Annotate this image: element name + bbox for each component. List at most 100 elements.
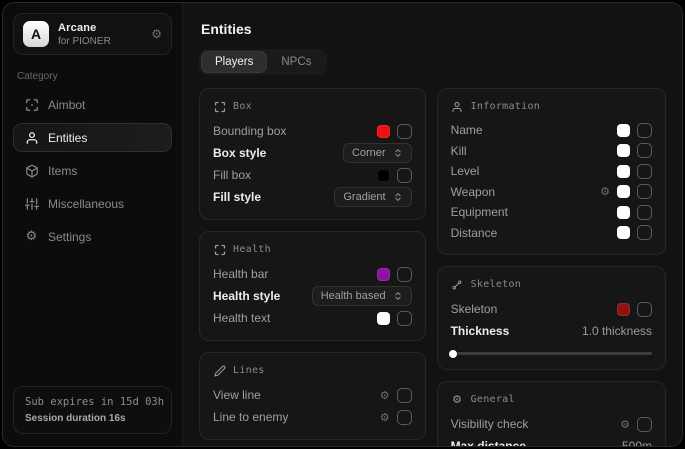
app-window: A Arcane for PIONER ⚙ Category Aimbot En… (2, 2, 683, 447)
general-panel-header: ⚙ General (451, 393, 652, 406)
health-panel-header: Health (213, 243, 412, 256)
thickness-slider[interactable] (451, 349, 652, 358)
color-swatch[interactable] (617, 206, 630, 219)
panel-title: Box (233, 101, 252, 112)
row-label: Bounding box (213, 124, 286, 138)
checkbox[interactable] (397, 168, 412, 183)
row-label: Equipment (451, 205, 508, 219)
information-panel-header: Information (451, 100, 652, 113)
app-logo: A (23, 21, 49, 47)
tab-npcs[interactable]: NPCs (268, 52, 324, 72)
sidebar-item-label: Aimbot (48, 98, 85, 112)
row-label: Name (451, 123, 483, 137)
items-cube-icon (24, 163, 39, 178)
max-distance-value: 500m (622, 439, 652, 446)
panel-columns: Box Bounding box Box style Corner (199, 88, 666, 446)
color-swatch[interactable] (617, 124, 630, 137)
gear-icon[interactable]: ⚙ (600, 186, 610, 197)
entities-icon (24, 130, 39, 145)
row-view-line: View line ⚙ (213, 384, 412, 406)
unfold-icon (393, 291, 403, 301)
checkbox[interactable] (637, 164, 652, 179)
sidebar-item-entities[interactable]: Entities (13, 123, 172, 152)
tab-players[interactable]: Players (202, 52, 266, 72)
sidebar-item-label: Miscellaneous (48, 197, 124, 211)
logo-card: A Arcane for PIONER ⚙ (13, 13, 172, 55)
checkbox[interactable] (637, 225, 652, 240)
row-label: Visibility check (451, 417, 529, 431)
row-label: View line (213, 388, 261, 402)
row-equipment: Equipment (451, 202, 652, 223)
gear-icon[interactable]: ⚙ (380, 390, 390, 401)
sidebar-item-miscellaneous[interactable]: Miscellaneous (13, 189, 172, 218)
sidebar-item-label: Items (48, 164, 77, 178)
row-label: Thickness (451, 324, 510, 338)
page-title: Entities (201, 21, 666, 37)
sidebar-item-aimbot[interactable]: Aimbot (13, 90, 172, 119)
settings-gear-icon[interactable]: ⚙ (151, 27, 162, 41)
checkbox[interactable] (637, 143, 652, 158)
sidebar-item-label: Settings (48, 230, 91, 244)
row-visibility-check: Visibility check ⚙ (451, 413, 652, 435)
information-panel: Information Name Kill (437, 88, 666, 255)
row-label: Level (451, 164, 480, 178)
color-swatch[interactable] (377, 125, 390, 138)
row-label: Max distance (451, 439, 526, 446)
checkbox[interactable] (397, 410, 412, 425)
checkbox[interactable] (397, 311, 412, 326)
fill-style-dropdown[interactable]: Gradient (334, 187, 411, 207)
checkbox[interactable] (397, 267, 412, 282)
sliders-icon (24, 196, 39, 211)
slider-track (451, 352, 652, 355)
checkbox[interactable] (397, 388, 412, 403)
checkbox[interactable] (637, 302, 652, 317)
general-panel: ⚙ General Visibility check ⚙ Max distanc… (437, 381, 666, 446)
row-label: Fill box (213, 168, 251, 182)
dropdown-value: Gradient (343, 191, 385, 203)
checkbox[interactable] (397, 124, 412, 139)
row-level: Level (451, 161, 652, 182)
color-swatch[interactable] (377, 268, 390, 281)
checkbox[interactable] (637, 123, 652, 138)
sidebar-item-settings[interactable]: ⚙ Settings (13, 222, 172, 251)
row-label: Skeleton (451, 302, 498, 316)
row-line-to-enemy: Line to enemy ⚙ (213, 406, 412, 428)
unfold-icon (393, 192, 403, 202)
row-health-text: Health text (213, 307, 412, 329)
app-title: Arcane (58, 22, 142, 34)
unfold-icon (393, 148, 403, 158)
gear-icon: ⚙ (24, 229, 39, 244)
color-swatch[interactable] (617, 144, 630, 157)
color-swatch[interactable] (377, 312, 390, 325)
color-swatch[interactable] (617, 185, 630, 198)
row-name: Name (451, 120, 652, 141)
color-swatch[interactable] (617, 303, 630, 316)
slider-thumb[interactable] (449, 350, 457, 358)
lines-panel: Lines View line ⚙ Line to enemy ⚙ (199, 352, 426, 440)
color-swatch[interactable] (617, 226, 630, 239)
row-label: Health style (213, 289, 280, 303)
panel-title: Skeleton (471, 279, 522, 290)
gear-icon[interactable]: ⚙ (380, 412, 390, 423)
row-thickness: Thickness 1.0 thickness (451, 320, 652, 342)
checkbox[interactable] (637, 205, 652, 220)
dropdown-value: Health based (321, 290, 386, 302)
gear-icon[interactable]: ⚙ (620, 419, 630, 430)
health-style-dropdown[interactable]: Health based (312, 286, 412, 306)
box-style-dropdown[interactable]: Corner (343, 143, 412, 163)
row-bounding-box: Bounding box (213, 120, 412, 142)
color-swatch[interactable] (617, 165, 630, 178)
health-panel: Health Health bar Health style Health ba… (199, 231, 426, 341)
box-panel-header: Box (213, 100, 412, 113)
checkbox[interactable] (637, 417, 652, 432)
row-label: Line to enemy (213, 410, 288, 424)
tab-bar: Players NPCs (199, 49, 327, 75)
panel-title: General (471, 394, 515, 405)
sidebar-item-items[interactable]: Items (13, 156, 172, 185)
general-gear-icon: ⚙ (451, 393, 464, 406)
dropdown-value: Corner (352, 147, 386, 159)
checkbox[interactable] (637, 184, 652, 199)
color-swatch[interactable] (377, 169, 390, 182)
category-label: Category (17, 71, 172, 82)
aimbot-icon (24, 97, 39, 112)
